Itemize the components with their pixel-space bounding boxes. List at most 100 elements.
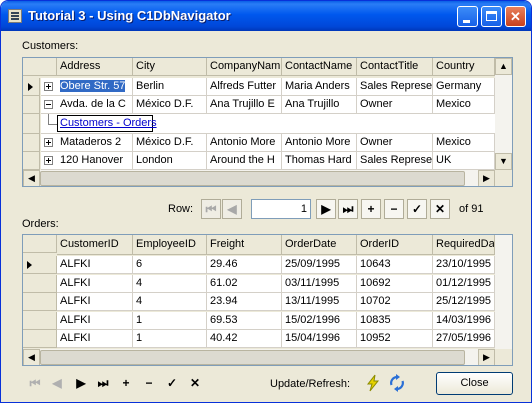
table-cell[interactable]: Antonio More (282, 134, 357, 152)
table-cell[interactable]: ALFKI (57, 311, 133, 330)
table-cell[interactable]: 69.53 (207, 311, 282, 330)
scroll-up-button[interactable]: ▲ (495, 58, 512, 75)
table-cell[interactable]: 25/12/1995 (433, 293, 495, 311)
title-bar[interactable]: Tutorial 3 - Using C1DbNavigator ✕ (1, 1, 531, 31)
column-header[interactable]: ContactTitle (357, 58, 433, 76)
column-header[interactable]: Address (57, 58, 133, 76)
table-cell[interactable]: 23.94 (207, 293, 282, 311)
table-cell[interactable]: 61.02 (207, 274, 282, 293)
bottom-last-button[interactable]: ⏭ (94, 374, 112, 392)
scroll-left-button[interactable]: ◀ (23, 170, 40, 186)
scroll-left-button[interactable]: ◀ (23, 349, 40, 365)
table-cell[interactable]: 1 (133, 311, 207, 330)
table-cell[interactable]: Ana Trujillo (282, 96, 357, 114)
table-cell[interactable]: Mexico (433, 134, 495, 152)
table-cell[interactable]: 10692 (357, 274, 433, 293)
row-header[interactable] (23, 274, 57, 293)
scroll-thumb[interactable] (40, 350, 465, 365)
minimize-button[interactable] (457, 6, 478, 27)
table-cell[interactable]: 120 Hanover (57, 152, 133, 170)
row-header[interactable] (23, 134, 40, 152)
table-cell[interactable]: Ana Trujillo E (207, 96, 282, 114)
expand-toggle[interactable] (41, 96, 57, 114)
bottom-apply-button[interactable]: ✓ (163, 374, 181, 392)
bottom-delete-button[interactable]: − (140, 374, 158, 392)
table-cell[interactable]: 10952 (357, 330, 433, 348)
row-header[interactable] (23, 330, 57, 348)
table-cell[interactable]: Avda. de la C (57, 96, 133, 114)
table-cell[interactable]: 29.46 (207, 256, 282, 274)
scroll-thumb[interactable] (40, 171, 465, 186)
table-cell[interactable]: 40.42 (207, 330, 282, 348)
refresh-button[interactable] (387, 373, 407, 393)
nav-apply-button[interactable]: ✓ (407, 199, 427, 219)
column-header[interactable]: OrderID (357, 235, 433, 255)
close-window-button[interactable]: ✕ (505, 6, 526, 27)
table-cell[interactable]: Obere Str. 57 (57, 78, 133, 96)
table-cell[interactable]: Mataderos 2 (57, 134, 133, 152)
table-cell[interactable]: Around the H (207, 152, 282, 170)
table-cell[interactable]: 15/04/1996 (282, 330, 357, 348)
column-header[interactable]: City (133, 58, 207, 76)
bottom-add-button[interactable]: + (117, 374, 135, 392)
row-header[interactable] (23, 256, 57, 274)
bottom-prev-button[interactable]: ◀ (48, 374, 66, 392)
table-cell[interactable]: Alfreds Futter (207, 78, 282, 96)
table-cell[interactable]: 13/11/1995 (282, 293, 357, 311)
column-header[interactable]: ContactName (282, 58, 357, 76)
table-cell[interactable]: Owner (357, 96, 433, 114)
bottom-cancel-button[interactable]: ✕ (186, 374, 204, 392)
table-cell[interactable]: Owner (357, 134, 433, 152)
close-button[interactable]: Close (436, 372, 513, 395)
bottom-first-button[interactable]: ⏮ (26, 374, 44, 392)
nav-prev-button[interactable]: ◀ (222, 199, 242, 219)
table-cell[interactable]: 25/09/1995 (282, 256, 357, 274)
nav-cancel-button[interactable]: ✕ (430, 199, 450, 219)
table-cell[interactable]: 10643 (357, 256, 433, 274)
customers-orders-link[interactable]: Customers - Orders (57, 115, 157, 132)
table-cell[interactable]: México D.F. (133, 96, 207, 114)
table-cell[interactable]: 01/12/1995 (433, 274, 495, 293)
orders-hscroll[interactable]: ◀ ▶ (23, 349, 495, 365)
table-cell[interactable]: Sales Represe (357, 78, 433, 96)
expand-toggle[interactable] (41, 134, 57, 152)
scroll-right-button[interactable]: ▶ (478, 349, 495, 365)
row-header[interactable] (23, 78, 40, 96)
table-cell[interactable]: UK (433, 152, 495, 170)
table-cell[interactable]: Mexico (433, 96, 495, 114)
table-cell[interactable]: 6 (133, 256, 207, 274)
bottom-next-button[interactable]: ▶ (72, 374, 90, 392)
table-cell[interactable]: Sales Represe (357, 152, 433, 170)
table-cell[interactable]: 14/03/1996 (433, 311, 495, 330)
row-header[interactable] (23, 152, 40, 170)
table-cell[interactable]: México D.F. (133, 134, 207, 152)
column-header[interactable]: Freight (207, 235, 282, 255)
customers-hscroll[interactable]: ◀ ▶ (23, 170, 495, 186)
table-cell[interactable]: Berlin (133, 78, 207, 96)
table-cell[interactable]: 10835 (357, 311, 433, 330)
maximize-button[interactable] (481, 6, 502, 27)
scroll-right-button[interactable]: ▶ (478, 170, 495, 186)
table-cell[interactable]: ALFKI (57, 256, 133, 274)
nav-next-button[interactable]: ▶ (316, 199, 336, 219)
table-cell[interactable]: ALFKI (57, 330, 133, 348)
nav-add-button[interactable]: + (361, 199, 381, 219)
nav-first-button[interactable]: ⏮ (201, 199, 221, 219)
row-header[interactable] (23, 311, 57, 330)
scroll-down-button[interactable]: ▼ (495, 153, 512, 170)
table-cell[interactable]: 10702 (357, 293, 433, 311)
orders-vscroll[interactable] (495, 235, 512, 349)
table-cell[interactable]: 15/02/1996 (282, 311, 357, 330)
column-header[interactable]: EmployeeID (133, 235, 207, 255)
table-cell[interactable]: 4 (133, 293, 207, 311)
expand-toggle[interactable] (41, 78, 57, 96)
table-cell[interactable]: 03/11/1995 (282, 274, 357, 293)
table-cell[interactable]: Germany (433, 78, 495, 96)
column-header[interactable]: CustomerID (57, 235, 133, 255)
table-cell[interactable]: London (133, 152, 207, 170)
row-header[interactable] (23, 293, 57, 311)
column-header[interactable]: OrderDate (282, 235, 357, 255)
table-cell[interactable]: ALFKI (57, 293, 133, 311)
expand-toggle[interactable] (41, 152, 57, 170)
row-number-input[interactable]: 1 (251, 199, 311, 219)
